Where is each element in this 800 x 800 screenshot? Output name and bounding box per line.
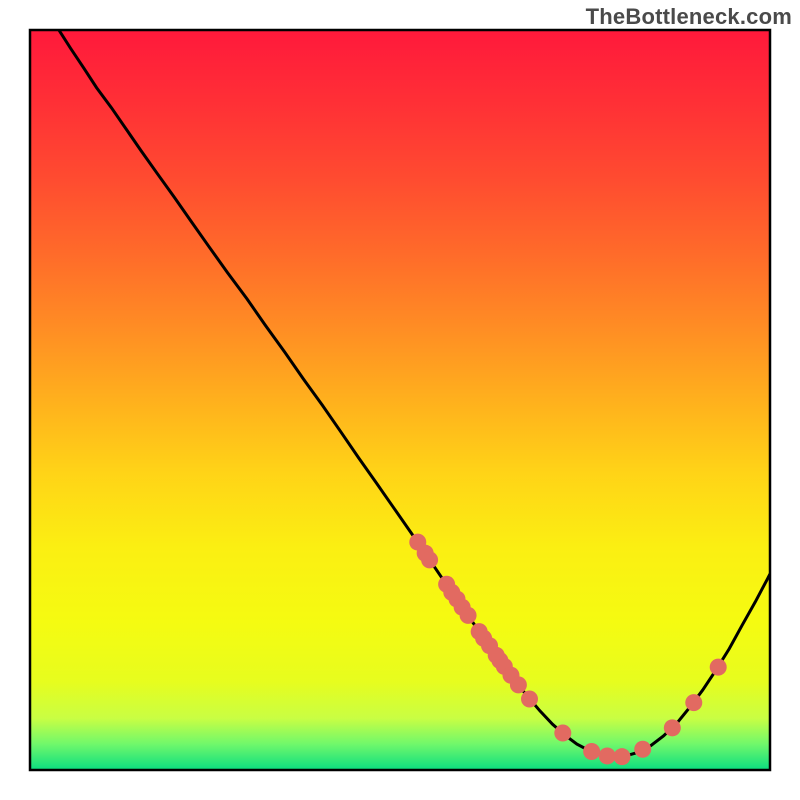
data-dot: [554, 725, 571, 742]
data-dot: [664, 719, 681, 736]
data-dot: [614, 748, 631, 765]
bottleneck-chart: [0, 0, 800, 800]
data-dot: [710, 659, 727, 676]
data-dot: [599, 747, 616, 764]
data-dot: [521, 690, 538, 707]
data-dot: [421, 551, 438, 568]
chart-container: TheBottleneck.com: [0, 0, 800, 800]
data-dot: [460, 607, 477, 624]
data-dot: [583, 743, 600, 760]
data-dot: [685, 694, 702, 711]
data-dot: [634, 741, 651, 758]
gradient-background: [30, 30, 770, 770]
data-dot: [510, 676, 527, 693]
watermark-text: TheBottleneck.com: [586, 4, 792, 30]
